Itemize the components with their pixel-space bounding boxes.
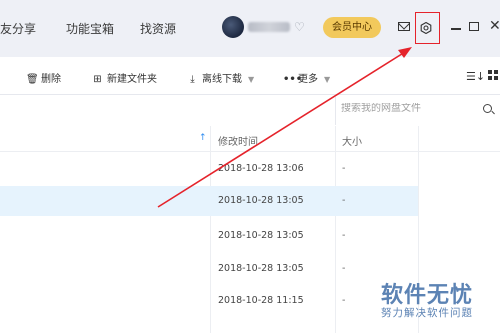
search-field xyxy=(335,97,500,125)
table-row[interactable]: 2018-10-28 13:05 - xyxy=(0,254,418,284)
search-input[interactable] xyxy=(341,103,476,114)
folder-plus-icon: ⊞ xyxy=(93,74,102,85)
download-icon: ⤓ xyxy=(190,74,195,85)
modified-time: 2018-10-28 13:05 xyxy=(218,263,304,274)
more-button[interactable]: •••更多 ▼ xyxy=(283,70,330,85)
chevron-down-icon: ▼ xyxy=(248,75,255,84)
nav-feature-box[interactable]: 功能宝箱 xyxy=(66,20,114,37)
table-row[interactable]: 2018-10-28 13:05 - xyxy=(0,186,418,216)
mail-icon[interactable] xyxy=(398,22,410,31)
table-header: ↑ 修改时间 大小 xyxy=(0,126,500,152)
watermark-subtitle: 努力解决软件问题 xyxy=(381,307,473,319)
column-header-size[interactable]: 大小 xyxy=(342,133,362,148)
modified-time: 2018-10-28 13:05 xyxy=(218,230,304,241)
sort-arrow-up-icon[interactable]: ↑ xyxy=(199,133,207,143)
toolbar: 🗑 删除 ⊞ 新建文件夹 ⤓ 离线下载 ▼ •••更多 ▼ ☰↓ xyxy=(0,57,500,95)
delete-label: 删除 xyxy=(41,74,61,85)
file-size: - xyxy=(342,295,346,306)
minimize-button[interactable] xyxy=(451,28,461,30)
sort-list-icon[interactable]: ☰↓ xyxy=(466,70,485,83)
new-folder-label: 新建文件夹 xyxy=(107,74,157,85)
table-row[interactable]: 2018-10-28 13:06 - xyxy=(0,154,418,184)
file-size: - xyxy=(342,263,346,274)
top-bar: 友分享 功能宝箱 找资源 ♡ 会员中心 ✕ xyxy=(0,0,500,57)
file-size: - xyxy=(342,195,346,206)
close-button[interactable]: ✕ xyxy=(489,18,500,34)
modified-time: 2018-10-28 13:06 xyxy=(218,163,304,174)
chevron-down-icon: ▼ xyxy=(324,75,331,84)
nav-find-resources[interactable]: 找资源 xyxy=(140,20,176,37)
maximize-button[interactable] xyxy=(469,22,479,31)
delete-button[interactable]: 🗑 删除 xyxy=(26,70,61,85)
offline-download-label: 离线下载 xyxy=(202,74,242,85)
gear-icon[interactable] xyxy=(420,22,432,34)
file-size: - xyxy=(342,163,346,174)
modified-time: 2018-10-28 11:15 xyxy=(218,295,304,306)
more-dots-icon: ••• xyxy=(283,74,303,85)
avatar[interactable] xyxy=(222,16,244,38)
file-size: - xyxy=(342,230,346,241)
nav-friend-share[interactable]: 友分享 xyxy=(0,20,36,37)
grid-view-icon[interactable] xyxy=(488,70,498,80)
vip-center-button[interactable]: 会员中心 xyxy=(323,17,381,38)
column-header-modified[interactable]: 修改时间 xyxy=(218,133,258,148)
username-blurred[interactable] xyxy=(248,22,290,32)
heart-icon: ♡ xyxy=(294,20,305,34)
table-row[interactable]: 2018-10-28 13:05 - xyxy=(0,221,418,251)
new-folder-button[interactable]: ⊞ 新建文件夹 xyxy=(92,70,157,85)
offline-download-button[interactable]: ⤓ 离线下载 ▼ xyxy=(187,70,254,85)
modified-time: 2018-10-28 13:05 xyxy=(218,195,304,206)
trash-icon: 🗑 xyxy=(26,74,39,85)
table-row[interactable]: 2018-10-28 11:15 - xyxy=(0,286,418,316)
more-label: 更多 xyxy=(298,74,318,85)
search-icon[interactable] xyxy=(483,104,492,113)
